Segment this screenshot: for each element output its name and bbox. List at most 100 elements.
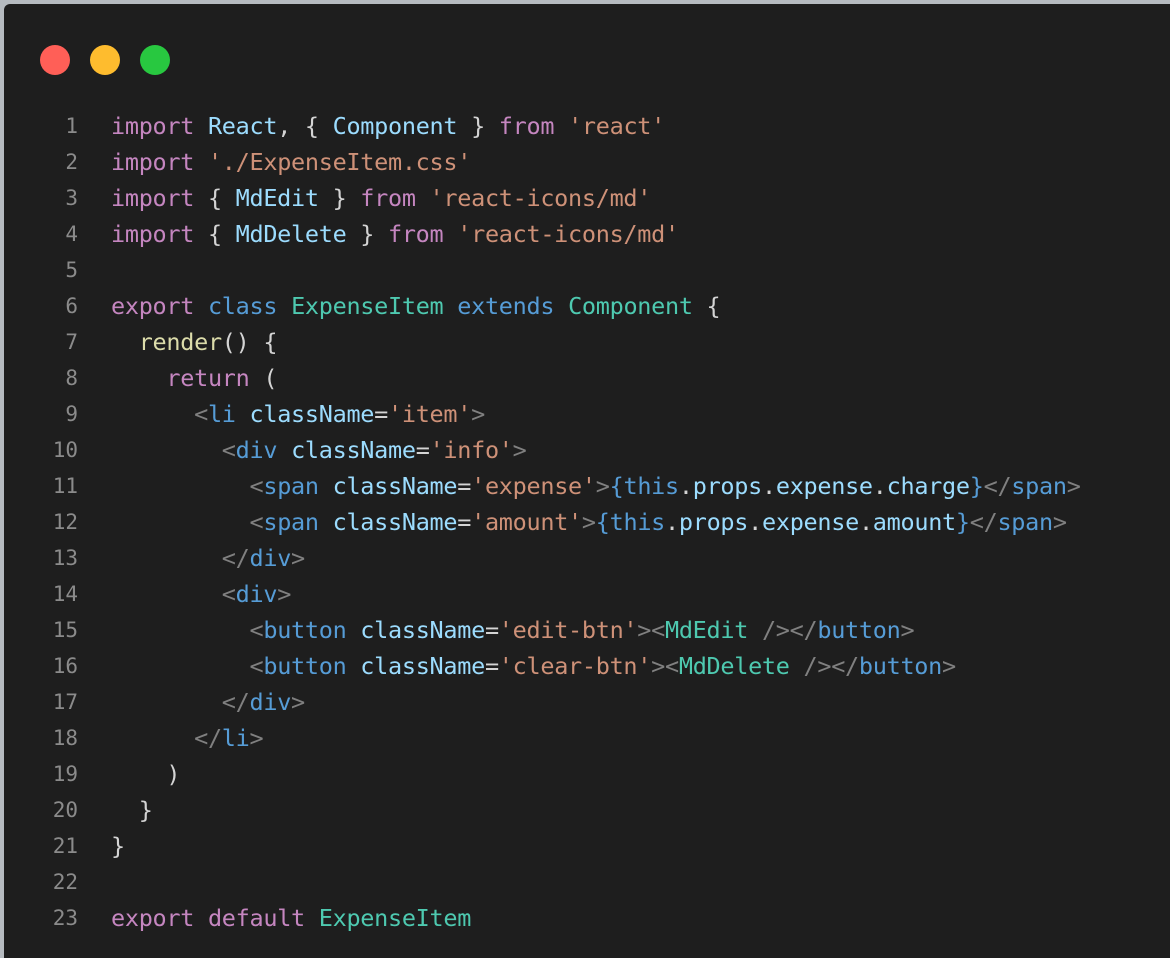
line-number: 6 <box>65 294 78 318</box>
code-text: ) <box>111 756 180 792</box>
code-token: default <box>207 904 305 932</box>
code-token: < <box>221 436 236 464</box>
code-text: return ( <box>111 360 277 396</box>
code-token: 'clear-btn' <box>498 652 652 680</box>
code-token: 'react' <box>568 112 665 140</box>
code-text: <div className='info'> <box>111 432 527 468</box>
code-token: } <box>111 832 125 860</box>
code-token: ( <box>249 364 278 392</box>
code-token: < <box>249 472 264 500</box>
code-token: class <box>207 292 278 320</box>
code-token: button <box>858 652 942 680</box>
code-token: MdEdit <box>235 184 319 212</box>
code-token: /></ <box>803 652 860 680</box>
code-token: { <box>692 292 721 320</box>
code-token: span <box>1011 472 1067 500</box>
code-token: , { <box>277 112 333 140</box>
code-token: < <box>249 652 264 680</box>
code-token: { <box>609 472 624 500</box>
code-token: >< <box>637 616 665 644</box>
close-dot-icon[interactable] <box>40 45 70 75</box>
code-token: = <box>415 436 430 464</box>
code-token: className <box>332 472 458 500</box>
code-token: ExpenseItem <box>318 904 472 932</box>
code-token: >< <box>651 652 679 680</box>
code-token: { <box>194 220 236 248</box>
code-token: props <box>678 508 749 536</box>
code-text: <li className='item'> <box>111 396 485 432</box>
code-token: 'amount' <box>471 508 582 536</box>
code-token: from <box>498 112 555 140</box>
code-text: } <box>111 828 125 864</box>
code-token: import <box>111 220 195 248</box>
code-text: import { MdEdit } from 'react-icons/md' <box>111 180 651 216</box>
code-token: charge <box>886 472 970 500</box>
code-token: ) <box>111 760 181 788</box>
code-token: . <box>872 472 887 500</box>
code-token: </ <box>969 508 998 536</box>
code-token: ExpenseItem <box>291 292 444 320</box>
maximize-dot-icon[interactable] <box>140 45 170 75</box>
code-token: className <box>332 508 458 536</box>
code-token: > <box>581 508 596 536</box>
code-token: import <box>111 148 195 176</box>
code-token: } <box>955 508 970 536</box>
code-token: props <box>692 472 763 500</box>
code-token: . <box>678 472 693 500</box>
code-token: } <box>111 796 153 824</box>
code-token: from <box>387 220 444 248</box>
code-text: <span className='amount'>{this.props.exp… <box>111 504 1067 540</box>
code-text: import './ExpenseItem.css' <box>111 144 471 180</box>
line-number: 19 <box>52 762 78 786</box>
line-number: 2 <box>65 150 78 174</box>
code-token: </ <box>983 472 1012 500</box>
code-token: className <box>249 400 375 428</box>
code-token: = <box>374 400 389 428</box>
code-text: </li> <box>111 720 264 756</box>
code-token: extends <box>457 292 555 320</box>
line-number: 18 <box>52 726 78 750</box>
code-token: < <box>249 616 264 644</box>
code-window: 1 import React, { Component } from 'react… <box>4 4 1170 958</box>
code-token: render <box>138 328 222 356</box>
code-token: div <box>249 688 292 716</box>
code-token: from <box>360 184 416 212</box>
code-text: render() { <box>111 324 278 360</box>
minimize-dot-icon[interactable] <box>90 45 120 75</box>
code-token: . <box>761 472 776 500</box>
code-token: import <box>111 112 195 140</box>
code-token: this <box>609 508 666 536</box>
code-token: amount <box>872 508 956 536</box>
code-token: > <box>471 400 485 428</box>
code-token: div <box>249 544 292 572</box>
code-token: span <box>263 472 319 500</box>
code-token: > <box>291 544 305 572</box>
line-number: 9 <box>65 402 78 426</box>
code-token: > <box>277 580 292 608</box>
code-token: > <box>942 652 956 680</box>
line-number: 1 <box>65 114 78 138</box>
line-number: 17 <box>52 690 78 714</box>
code-token: Component <box>568 292 693 320</box>
code-text: <div> <box>111 576 292 612</box>
code-token: MdDelete <box>678 652 790 680</box>
code-token: li <box>207 400 236 428</box>
code-token: > <box>1052 508 1067 536</box>
code-text: <button className='edit-btn'><MdEdit /><… <box>111 612 914 648</box>
code-text: } <box>111 792 153 828</box>
